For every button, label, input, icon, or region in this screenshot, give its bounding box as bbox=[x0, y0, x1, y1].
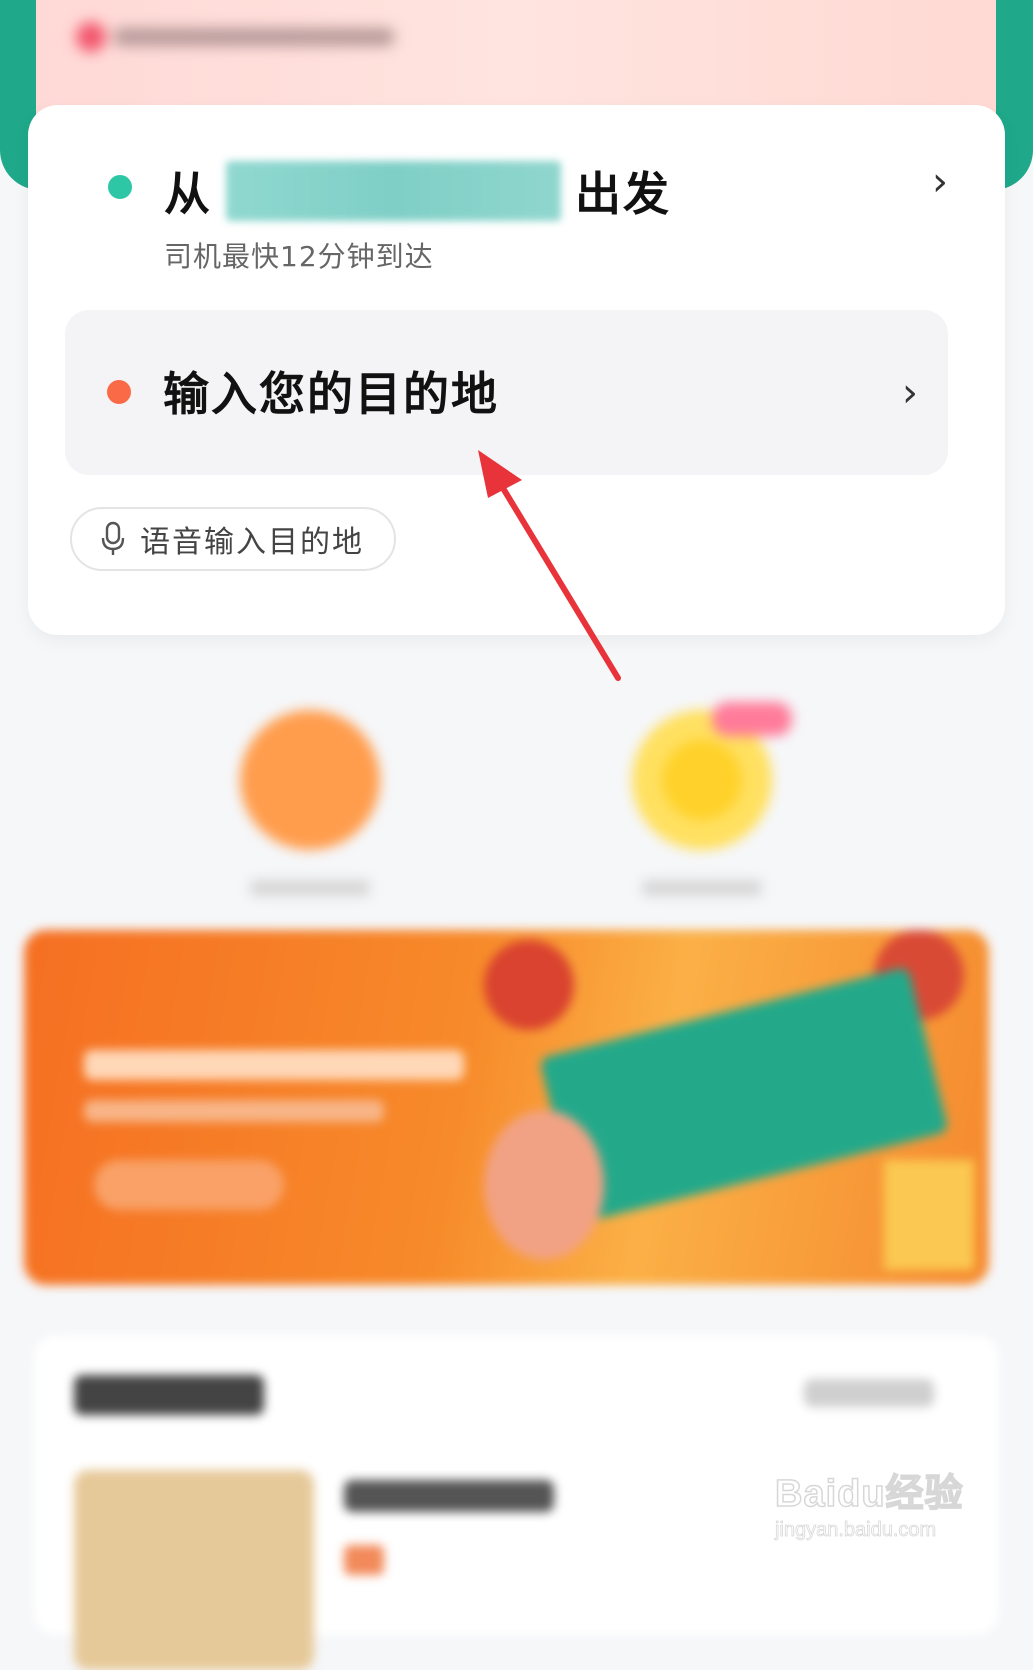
service-label-blurred bbox=[250, 880, 370, 896]
service-shortcut-blurred[interactable] bbox=[632, 702, 792, 910]
eta-text: 司机最快12分钟到达 bbox=[164, 240, 434, 273]
promo-subtitle-blurred bbox=[84, 1100, 384, 1122]
promo-title-blurred bbox=[84, 1050, 464, 1080]
promo-decoration bbox=[484, 940, 574, 1030]
notification-content-blurred bbox=[76, 20, 436, 54]
promo-button-blurred[interactable] bbox=[94, 1160, 284, 1210]
microphone-icon bbox=[101, 521, 125, 555]
voice-input-label: 语音输入目的地 bbox=[140, 525, 364, 560]
voice-input-button[interactable]: 语音输入目的地 bbox=[70, 507, 396, 571]
section-heading-blurred bbox=[74, 1375, 264, 1415]
recommendation-tag-blurred bbox=[344, 1545, 384, 1575]
notification-icon bbox=[76, 22, 106, 52]
origin-row[interactable]: 从 出发 司机最快12分钟到达 › bbox=[108, 145, 958, 273]
recommendation-thumbnail[interactable] bbox=[74, 1470, 314, 1670]
origin-line: 从 出发 bbox=[164, 151, 671, 231]
promo-decoration bbox=[884, 1160, 974, 1270]
service-shortcut-blurred[interactable] bbox=[240, 710, 390, 910]
annotation-arrow bbox=[478, 450, 621, 681]
service-badge bbox=[712, 702, 792, 736]
recommendation-title-blurred bbox=[344, 1480, 554, 1512]
promo-banner-blurred[interactable] bbox=[24, 930, 989, 1285]
destination-placeholder: 输入您的目的地 bbox=[163, 367, 499, 421]
section-more-link-blurred[interactable] bbox=[804, 1379, 934, 1407]
service-icon bbox=[240, 710, 380, 850]
watermark-logo: Baidu经验 bbox=[774, 1472, 964, 1516]
promo-decoration bbox=[484, 1110, 604, 1260]
service-label-blurred bbox=[642, 880, 762, 896]
origin-location-redacted bbox=[226, 161, 561, 221]
destination-dot-icon bbox=[107, 380, 131, 404]
notification-text-blurred bbox=[114, 28, 394, 46]
origin-suffix: 出发 bbox=[575, 167, 671, 221]
origin-prefix: 从 bbox=[164, 167, 212, 221]
baidu-jingyan-watermark: Baidu经验 jingyan.baidu.com bbox=[774, 1462, 965, 1552]
watermark-url: jingyan.baidu.com bbox=[775, 1519, 937, 1542]
chevron-right-icon[interactable]: › bbox=[902, 370, 918, 416]
origin-dot-icon bbox=[108, 175, 132, 199]
chevron-right-icon[interactable]: › bbox=[932, 159, 948, 205]
